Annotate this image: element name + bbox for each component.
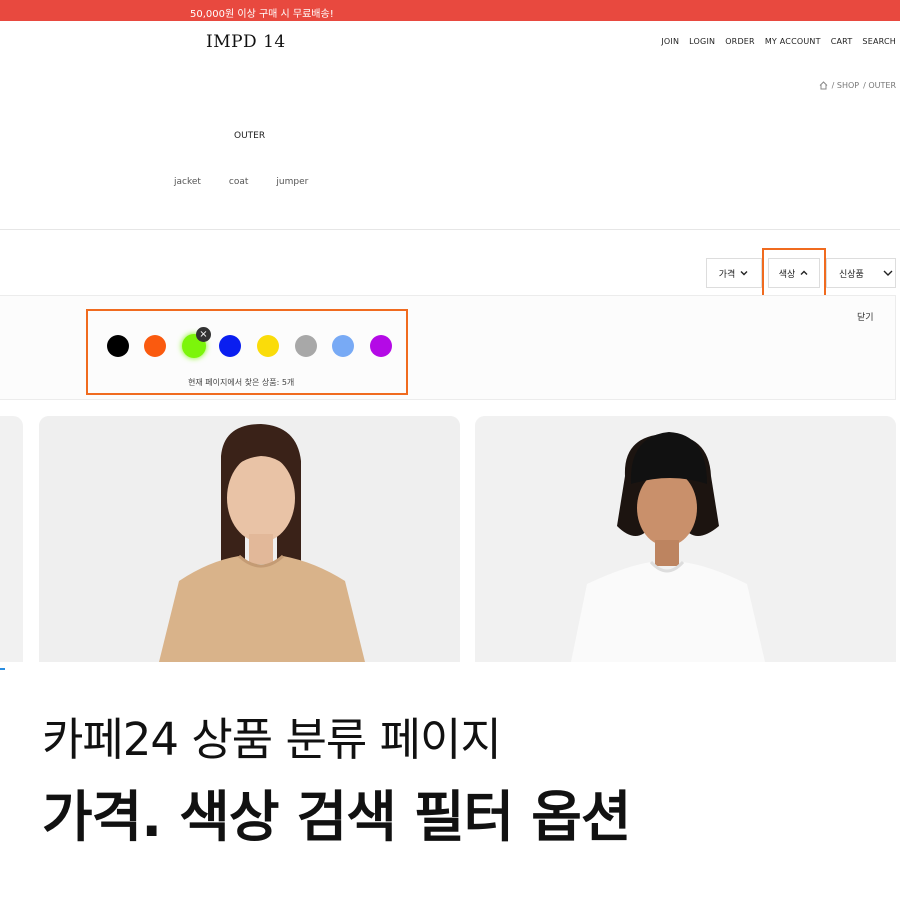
accent-mark (0, 668, 5, 670)
nav-search[interactable]: SEARCH (862, 37, 896, 46)
caption-title: 카페24 상품 분류 페이지 (42, 713, 502, 766)
chevron-down-icon (739, 268, 749, 278)
divider (0, 229, 900, 230)
sort-label: 신상품 (839, 269, 864, 280)
subcategory-list: jacket coat jumper (174, 177, 308, 187)
home-icon[interactable] (819, 81, 828, 90)
caption-subtitle: 가격. 색상 검색 필터 옵션 (42, 785, 631, 849)
subcategory-jumper[interactable]: jumper (276, 177, 308, 187)
breadcrumb-outer[interactable]: / OUTER (863, 81, 896, 90)
product-image (39, 416, 460, 662)
breadcrumb: / SHOP / OUTER (819, 81, 896, 90)
product-card-partial[interactable] (0, 416, 23, 662)
subcategory-jacket[interactable]: jacket (174, 177, 201, 187)
top-nav: JOIN LOGIN ORDER MY ACCOUNT CART SEARCH (661, 37, 896, 46)
chevron-down-icon (882, 267, 894, 279)
category-title: OUTER (234, 131, 266, 141)
color-button-highlight (762, 248, 826, 300)
nav-my-account[interactable]: MY ACCOUNT (765, 37, 821, 46)
promo-text: 50,000원 이상 구매 시 무료배송! (190, 9, 334, 20)
nav-cart[interactable]: CART (831, 37, 853, 46)
product-card-white-sweatshirt[interactable] (475, 416, 896, 662)
product-image (475, 416, 896, 662)
nav-login[interactable]: LOGIN (689, 37, 715, 46)
price-filter-button[interactable]: 가격 (706, 258, 762, 288)
breadcrumb-shop[interactable]: / SHOP (832, 81, 859, 90)
product-card-beige-tshirt[interactable] (39, 416, 460, 662)
close-panel-button[interactable]: 닫기 (857, 310, 874, 323)
sort-select[interactable]: 신상품 (826, 258, 896, 288)
swatch-highlight (86, 309, 408, 395)
promo-banner: 50,000원 이상 구매 시 무료배송! (0, 0, 900, 21)
subcategory-coat[interactable]: coat (229, 177, 249, 187)
nav-join[interactable]: JOIN (661, 37, 679, 46)
site-logo[interactable]: IMPD 14 (206, 32, 286, 52)
nav-order[interactable]: ORDER (725, 37, 755, 46)
price-filter-label: 가격 (718, 269, 736, 280)
